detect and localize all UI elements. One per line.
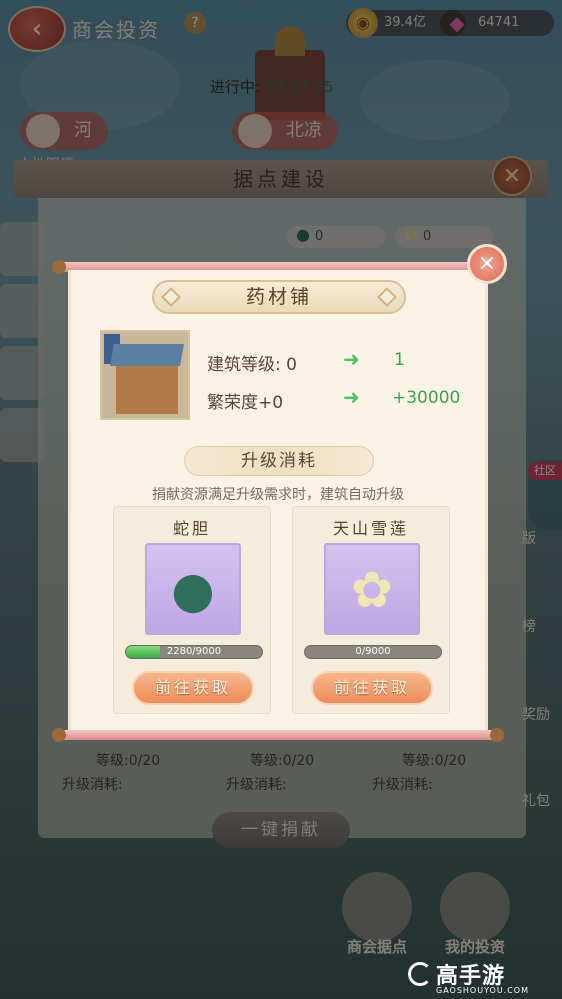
prosperity-label: 繁荣度+0 [207, 393, 284, 413]
shop-roof [110, 344, 184, 366]
rod-knob [52, 260, 66, 274]
watermark: 高手游 GAOSHOUYOU.COM [408, 958, 530, 995]
arrow-right-icon: ➜ [343, 347, 360, 371]
shop-body [116, 366, 178, 414]
scroll-rod-bottom [52, 728, 504, 742]
material-card-snake-gall: 蛇胆 ● 2280/9000 前往获取 [113, 506, 271, 714]
building-level-label: 建筑等级: 0 [207, 355, 297, 375]
progress-text: 2280/9000 [166, 646, 222, 657]
dialog-close-button[interactable]: ✕ [467, 244, 507, 284]
progress-text: 0/9000 [355, 646, 391, 657]
rod-knob [52, 728, 66, 742]
material-icon-frame: ● [145, 543, 241, 635]
prosperity-next: +30000 [392, 388, 461, 408]
material-name: 天山雪莲 [332, 519, 409, 538]
material-name: 蛇胆 [172, 519, 211, 538]
pharmacy-building-image [100, 330, 190, 420]
arrow-right-icon: ➜ [343, 385, 360, 409]
snow-lotus-icon: ✿ [351, 561, 393, 619]
dialog-title: 药材铺 [245, 286, 312, 308]
upgrade-hint: 捐献资源满足升级需求时，建筑自动升级 [152, 487, 404, 503]
section-title: 升级消耗 [241, 451, 317, 471]
snake-gall-icon: ● [171, 561, 215, 619]
watermark-sub: GAOSHOUYOU.COM [436, 986, 530, 995]
close-icon: ✕ [477, 251, 497, 277]
dialog-title-banner: 药材铺 [152, 280, 406, 314]
material-card-snow-lotus: 天山雪莲 ✿ 0/9000 前往获取 [292, 506, 450, 714]
building-level-next: 1 [394, 350, 405, 370]
rod-knob [490, 728, 504, 742]
go-obtain-button[interactable]: 前往获取 [132, 671, 254, 705]
watermark-logo-icon [408, 962, 432, 986]
material-progress-bar: 2280/9000 [125, 645, 263, 659]
material-progress-bar: 0/9000 [304, 645, 442, 659]
section-title-banner: 升级消耗 [184, 446, 374, 476]
material-icon-frame: ✿ [324, 543, 420, 635]
go-obtain-button[interactable]: 前往获取 [311, 671, 433, 705]
